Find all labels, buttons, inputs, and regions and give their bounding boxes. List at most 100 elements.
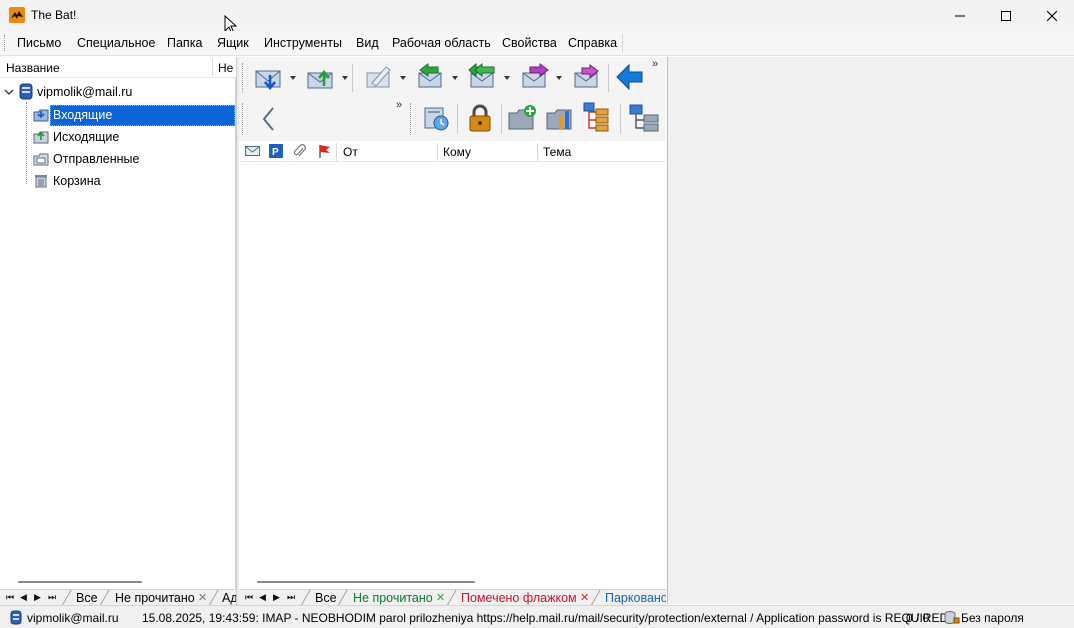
maximize-icon: [1001, 10, 1011, 21]
message-list[interactable]: [239, 162, 666, 572]
reply-all-dropdown-icon[interactable]: [504, 76, 510, 80]
folder-outbox[interactable]: Исходящие: [53, 130, 119, 144]
menu-view[interactable]: Вид: [356, 36, 379, 50]
account-label[interactable]: vipmolik@mail.ru: [37, 85, 132, 99]
previous-chevron-icon[interactable]: [259, 105, 277, 133]
column-divider[interactable]: [437, 143, 438, 161]
tab-parked[interactable]: Парковано: [605, 591, 666, 605]
new-folder-icon[interactable]: [507, 103, 537, 133]
sorting-office-icon[interactable]: [582, 101, 614, 133]
nav-last-icon[interactable]: ⏭: [48, 592, 56, 603]
attachment-column-icon[interactable]: [293, 144, 307, 159]
reply-dropdown-icon[interactable]: [452, 76, 458, 80]
menu-separator: [622, 34, 623, 53]
column-header-to[interactable]: Кому: [443, 145, 471, 159]
tab-divider: [208, 590, 219, 606]
toolbar-grip[interactable]: [410, 103, 412, 135]
nav-last-icon[interactable]: ⏭: [287, 592, 295, 603]
tab-close-icon[interactable]: ✕: [436, 591, 445, 604]
new-message-dropdown-icon[interactable]: [400, 76, 406, 80]
new-message-icon[interactable]: [364, 63, 394, 91]
redirect-icon[interactable]: [572, 63, 602, 91]
column-divider[interactable]: [212, 59, 213, 76]
folder-tree-pane: Название Не vipmolik@mail.ru Входящие Ис…: [0, 57, 238, 606]
minimize-button[interactable]: [937, 0, 983, 31]
menu-letter[interactable]: Письмо: [17, 36, 61, 50]
message-history-icon[interactable]: [421, 103, 451, 133]
folder-properties-icon[interactable]: [545, 103, 575, 133]
column-header-from[interactable]: От: [343, 145, 358, 159]
folder-sent[interactable]: Отправленные: [53, 152, 139, 166]
column-divider[interactable]: [537, 143, 538, 161]
reply-icon[interactable]: [416, 63, 446, 91]
lock-icon[interactable]: [465, 103, 495, 133]
reply-all-icon[interactable]: [468, 63, 498, 91]
send-mail-dropdown-icon[interactable]: [342, 76, 348, 80]
tab-all[interactable]: Все: [76, 591, 98, 605]
tab-parked-clip: Парковано: [605, 590, 666, 606]
status-message: 15.08.2025, 19:43:59: IMAP - NEOBHODIM p…: [142, 611, 949, 625]
outbox-folder-icon: [33, 131, 49, 144]
tab-divider: [61, 590, 72, 606]
toolbar-grip[interactable]: [242, 103, 244, 135]
tab-close-icon[interactable]: ✕: [198, 591, 207, 604]
column-header-subject[interactable]: Тема: [543, 145, 571, 159]
tab-divider: [99, 590, 110, 606]
tab-all[interactable]: Все: [315, 591, 337, 605]
the-bat-logo-icon: [9, 7, 25, 23]
menu-special[interactable]: Специальное: [77, 36, 155, 50]
nav-prev-icon[interactable]: ◀: [259, 592, 266, 603]
nav-first-icon[interactable]: ⏮: [6, 592, 14, 603]
sent-folder-icon: [33, 153, 49, 166]
column-header-unread[interactable]: Не: [218, 61, 233, 75]
get-mail-dropdown-icon[interactable]: [290, 76, 296, 80]
tab-unread[interactable]: Не прочитано: [115, 591, 195, 605]
forward-dropdown-icon[interactable]: [556, 76, 562, 80]
send-mail-icon[interactable]: [306, 65, 336, 91]
nav-next-icon[interactable]: ▶: [273, 592, 280, 603]
toolbar-area: » »: [239, 57, 666, 141]
tab-flagged[interactable]: Помечено флажком: [461, 591, 577, 605]
minimize-icon: [955, 15, 965, 16]
nav-next-icon[interactable]: ▶: [34, 592, 41, 603]
menu-mailbox[interactable]: Ящик: [217, 36, 249, 50]
menu-tools[interactable]: Инструменты: [264, 36, 342, 50]
menu-help[interactable]: Справка: [568, 36, 617, 50]
mailbox-account-icon: [10, 610, 22, 625]
column-divider[interactable]: [336, 143, 337, 161]
toolbar-overflow-icon[interactable]: »: [652, 58, 658, 70]
back-arrow-icon[interactable]: [615, 63, 645, 91]
menu-properties[interactable]: Свойства: [502, 36, 557, 50]
priority-column-icon[interactable]: P: [269, 144, 283, 158]
tab-unread[interactable]: Не прочитано: [353, 591, 433, 605]
nav-prev-icon[interactable]: ◀: [20, 592, 27, 603]
menu-folder[interactable]: Папка: [167, 36, 202, 50]
folder-inbox[interactable]: Входящие: [53, 108, 112, 122]
menu-workspace[interactable]: Рабочая область: [392, 36, 491, 50]
address-book-icon[interactable]: [628, 103, 660, 133]
preview-pane: [667, 57, 1074, 604]
get-mail-icon[interactable]: [254, 65, 284, 91]
column-header-name[interactable]: Название: [6, 61, 60, 75]
status-password: Без пароля: [961, 611, 1024, 625]
folder-trash[interactable]: Корзина: [53, 174, 101, 188]
toolbar-separator: [620, 104, 621, 134]
close-button[interactable]: [1029, 0, 1074, 31]
folder-tree-header: Название Не: [0, 57, 236, 78]
expand-chevron-icon[interactable]: [4, 87, 14, 97]
folder-pane-scrollbar[interactable]: [18, 581, 142, 583]
nav-first-icon[interactable]: ⏮: [245, 592, 253, 603]
mailbox-account-icon: [19, 83, 33, 100]
toolbar-grip[interactable]: [242, 63, 244, 93]
tab-divider: [590, 590, 601, 606]
envelope-column-icon[interactable]: [245, 145, 260, 157]
menu-grip[interactable]: [4, 35, 6, 51]
tab-close-icon[interactable]: ✕: [580, 591, 589, 604]
flag-column-icon[interactable]: [318, 144, 332, 159]
forward-icon[interactable]: [520, 63, 550, 91]
maximize-button[interactable]: [983, 0, 1029, 31]
message-list-scrollbar[interactable]: [257, 581, 475, 583]
svg-text:P: P: [272, 147, 279, 158]
trash-icon: [35, 175, 47, 188]
toolbar-overflow-icon[interactable]: »: [396, 99, 402, 111]
